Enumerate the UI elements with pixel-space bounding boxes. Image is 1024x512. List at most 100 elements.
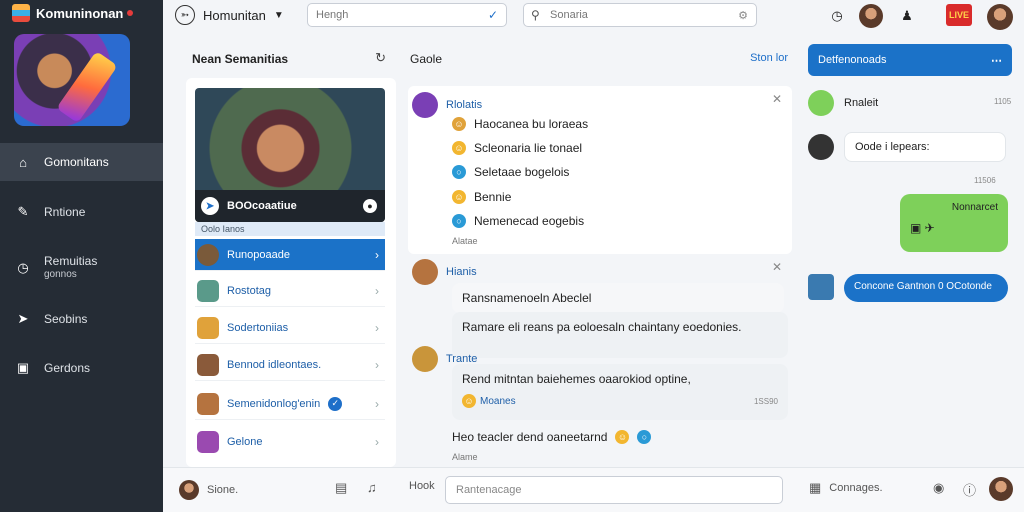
- message-line: Heo teacler dend oaneetarnd ☺ ○: [452, 430, 652, 444]
- profile-avatar[interactable]: [987, 4, 1013, 30]
- info-icon[interactable]: ⓘ: [963, 480, 976, 499]
- message-text: Ramare eli reans pa eoloesaln chaintany …: [462, 320, 742, 334]
- time-label: 1105: [994, 97, 1012, 106]
- avatar: [808, 274, 834, 300]
- list-item[interactable]: Rostotag ›: [195, 275, 385, 307]
- more-icon[interactable]: ⋯: [991, 54, 1002, 67]
- clock-icon: ◷: [17, 260, 29, 275]
- sidebar-item-label: Remuitias: [44, 254, 98, 268]
- list-item[interactable]: Semenidonlog'enin ✓ ›: [195, 388, 385, 420]
- panel-title: Nean Semanitias: [192, 52, 289, 66]
- emoji-icon: ☺: [452, 141, 466, 155]
- sidebar-item-gomonitans[interactable]: ⌂ Gomonitans: [0, 143, 163, 181]
- compass-icon: ➳: [175, 5, 195, 25]
- avatar: [808, 90, 834, 116]
- search-input[interactable]: ⚲ Sonaria ⚙: [523, 3, 757, 27]
- archive-icon: ▣: [16, 360, 30, 375]
- conversation-panel: Detfenonoads ⋯ Rnaleit 1105 Oode i lepea…: [806, 42, 1020, 467]
- sidebar-item-gerdons[interactable]: ▣ Gerdons: [0, 349, 163, 387]
- avatar: [197, 353, 219, 376]
- sidebar-item-remuitias[interactable]: ◷ Remuitias gonnos: [0, 246, 163, 290]
- contact-item[interactable]: Rnaleit: [808, 90, 878, 116]
- list-item-label: Bennod idleontaes.: [227, 358, 322, 371]
- connages-button[interactable]: ▦ Connages.: [809, 480, 883, 496]
- message-text: Bennie: [474, 190, 512, 204]
- sidebar-item-label: Gomonitans: [44, 155, 109, 169]
- list-item[interactable]: Bennod idleontaes. ›: [195, 349, 385, 381]
- avatar: [197, 431, 219, 453]
- camera-icon[interactable]: ◉: [933, 480, 944, 496]
- sidebar-item-rntione[interactable]: ✎ Rntione: [0, 193, 163, 231]
- message-input[interactable]: Rantenacage: [445, 476, 783, 504]
- chevron-right-icon: ›: [375, 283, 379, 298]
- check-icon: ✓: [487, 8, 498, 22]
- person-icon[interactable]: ♟: [895, 4, 919, 28]
- emoji-icon: ☺: [452, 190, 466, 204]
- bottom-bar: Sione. ▤ ♫ Hook Rantenacage ▦ Connages. …: [163, 467, 1024, 512]
- chat-link[interactable]: Ston lor: [750, 52, 788, 64]
- sidebar-item-label: Rntione: [44, 205, 86, 219]
- list-item-label: Sodertoniias: [227, 321, 289, 334]
- close-icon[interactable]: ✕: [772, 92, 782, 106]
- message-text: Nemenecad eogebis: [474, 214, 585, 228]
- chat-title: Gaole: [410, 52, 443, 66]
- avatar: [197, 392, 219, 415]
- message-bubble: Oode i lepears:: [844, 132, 1006, 162]
- chevron-right-icon: ›: [375, 247, 379, 262]
- filter-select[interactable]: Hengh ✓: [307, 3, 507, 27]
- conversation-header[interactable]: Detfenonoads ⋯: [808, 44, 1012, 76]
- conversation-title: Detfenonoads: [818, 54, 887, 66]
- avatar: [197, 243, 219, 266]
- status-text: Sione.: [207, 484, 239, 496]
- list-item[interactable]: Sodertoniias ›: [195, 312, 385, 344]
- clock-icon[interactable]: ◷: [825, 4, 849, 28]
- status-area[interactable]: Sione.: [179, 480, 238, 500]
- close-icon[interactable]: ✕: [772, 260, 782, 274]
- top-bar: ➳ Homunitan ▼ Hengh ✓ ⚲ Sonaria ⚙ ◷ ♟ LI…: [163, 0, 1024, 34]
- chevron-down-icon: ▼: [273, 9, 284, 21]
- chevron-right-icon: ›: [375, 435, 379, 449]
- sidebar-item-seobins[interactable]: ➤ Seobins: [0, 300, 163, 338]
- message-text: Rend mitntan baiehemes oaarokiod optine,: [462, 372, 691, 386]
- list-item[interactable]: Runopoaade ›: [195, 239, 385, 271]
- chat-panel: Gaole Ston lor Rlolatis ✕ ☺ Haocanea bu …: [404, 42, 796, 467]
- message-bubble: Rend mitntan baiehemes oaarokiod optine,…: [452, 364, 788, 420]
- emoji-icon: ○: [637, 430, 652, 444]
- brand[interactable]: Komuninonan: [12, 4, 134, 22]
- emoji-icon: ☺: [462, 394, 476, 408]
- profile-avatar[interactable]: [989, 477, 1013, 501]
- emoji-icon: ○: [452, 214, 466, 228]
- message-footer: Alatae: [452, 236, 478, 246]
- image-icon: ▣ ✈: [910, 221, 935, 235]
- attach-icon[interactable]: ▤: [335, 480, 347, 496]
- options-icon[interactable]: ●: [363, 199, 377, 213]
- message-author: Rlolatis: [446, 99, 483, 111]
- list-item-label: Runopoaade: [227, 248, 291, 261]
- rocket-icon: ➤: [17, 311, 29, 326]
- message-author: Hianis: [446, 266, 477, 278]
- emoji-icon: ☺: [452, 117, 466, 131]
- contact-item[interactable]: [808, 134, 834, 160]
- user-avatar[interactable]: [859, 4, 883, 28]
- profile-hero-image[interactable]: [14, 34, 130, 126]
- message-text: Haocanea bu loraeas: [474, 117, 589, 131]
- app-logo-icon: [12, 4, 30, 22]
- list-item[interactable]: Gelone ›: [195, 426, 385, 458]
- message-text: Oode i lepears:: [855, 141, 930, 153]
- message-bubble: Ramare eli reans pa eoloesaln chaintany …: [452, 312, 788, 358]
- featured-card[interactable]: ➤ BOOcoaatiue ●: [195, 88, 385, 222]
- message-bubble: Concone Gantnon 0 OCotonde: [844, 274, 1008, 302]
- live-badge[interactable]: LIVE: [946, 4, 972, 26]
- card-tag: Oolo Ianos: [195, 222, 385, 236]
- workspace-switcher[interactable]: ➳ Homunitan ▼: [175, 5, 284, 25]
- contact-item[interactable]: [808, 274, 834, 300]
- avatar: [412, 92, 438, 118]
- notification-dot: [127, 10, 134, 16]
- reaction-label: Moanes: [480, 395, 516, 407]
- message-line: ☺ Scleonaria lie tonael: [452, 141, 582, 155]
- refresh-icon[interactable]: ↻: [375, 50, 386, 66]
- home-label[interactable]: Hook: [409, 480, 435, 492]
- message-text: Heo teacler dend oaneetarnd: [452, 430, 608, 444]
- mic-icon[interactable]: ♫: [367, 480, 377, 495]
- message-bubble: Nonnarcet ▣ ✈: [900, 194, 1008, 252]
